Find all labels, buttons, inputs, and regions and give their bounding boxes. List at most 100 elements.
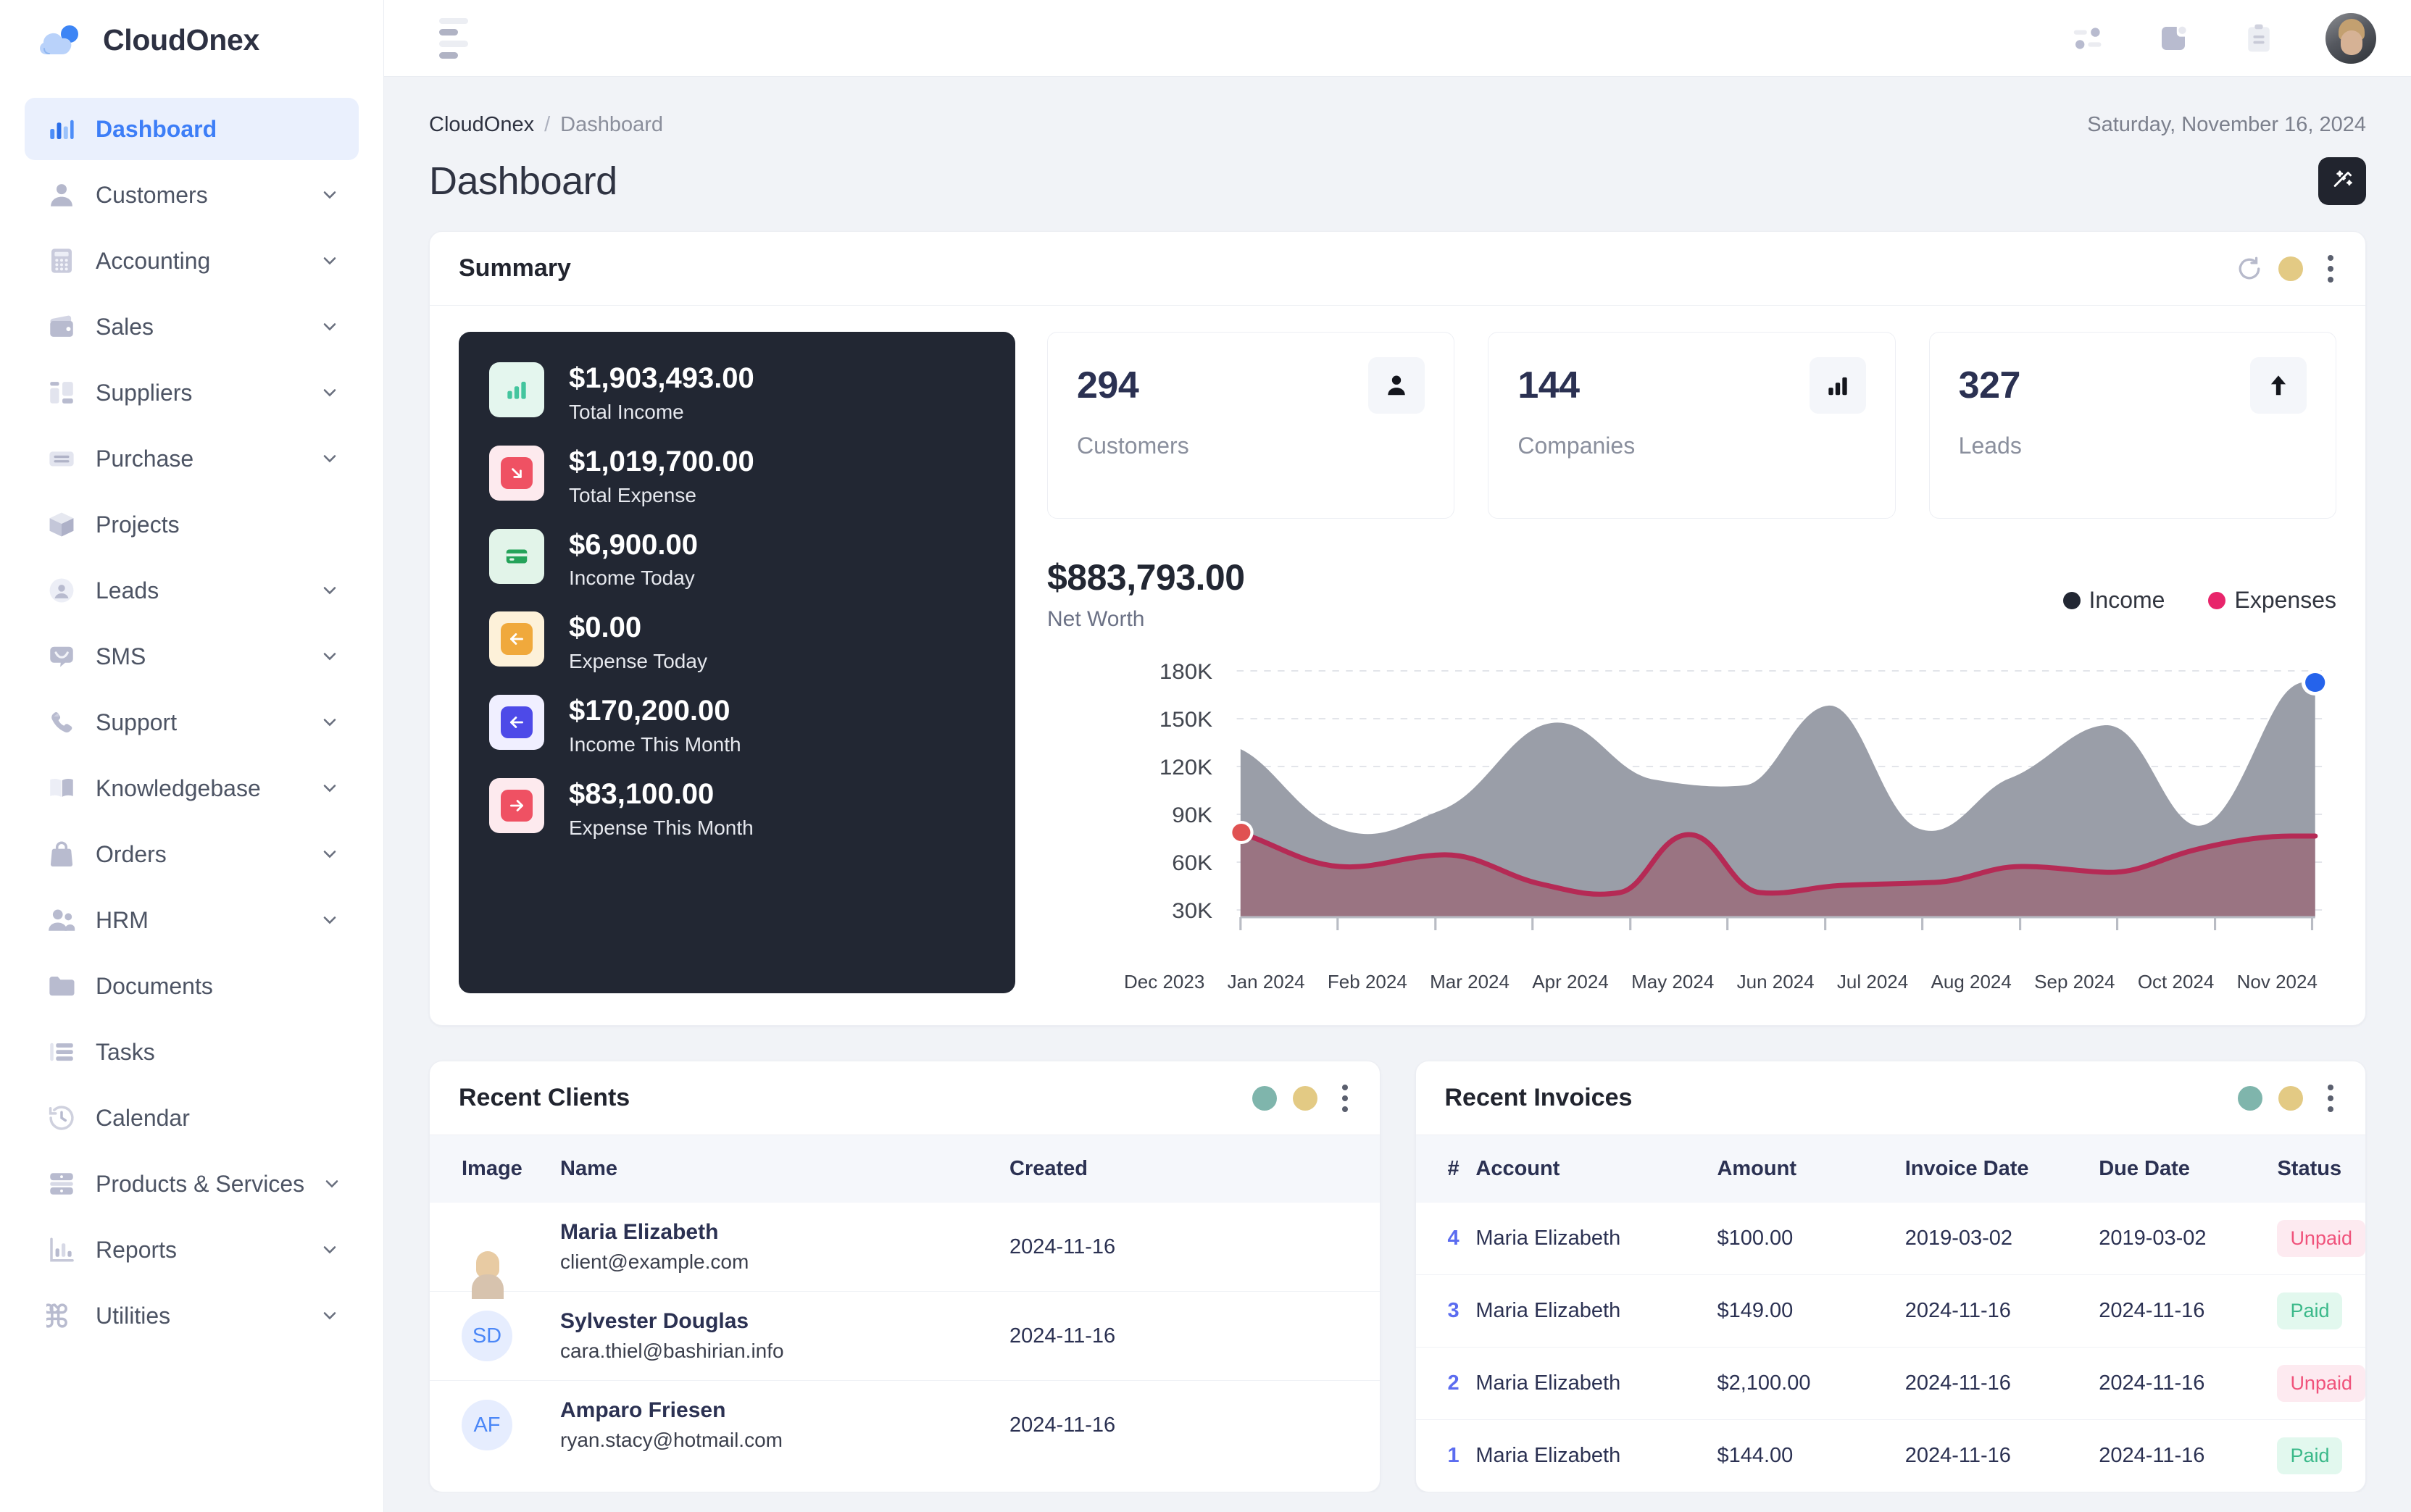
status-dot-yellow[interactable] bbox=[2278, 256, 2303, 281]
sidebar-item-projects[interactable]: Projects bbox=[25, 493, 359, 556]
finance-row: $6,900.00 Income Today bbox=[489, 528, 986, 590]
invoice-due-date: 2024-11-16 bbox=[2099, 1419, 2278, 1492]
sidebar-item-hrm[interactable]: HRM bbox=[25, 889, 359, 951]
legend-item-income[interactable]: Income bbox=[2062, 587, 2165, 614]
client-name[interactable]: Sylvester Douglas bbox=[560, 1309, 1009, 1334]
sidebar-item-documents[interactable]: Documents bbox=[25, 955, 359, 1017]
sidebar-item-label: Purchase bbox=[96, 445, 194, 472]
column-header-account: Account bbox=[1475, 1135, 1717, 1203]
table-row[interactable]: AF Amparo Friesen ryan.stacy@hotmail.com… bbox=[430, 1380, 1380, 1469]
x-tick-label: May 2024 bbox=[1631, 971, 1715, 993]
legend-item-expenses[interactable]: Expenses bbox=[2208, 587, 2336, 614]
invoice-id[interactable]: 3 bbox=[1415, 1274, 1476, 1348]
chevron-down-icon bbox=[320, 778, 340, 798]
app-root: CloudOnex Dashboard Customers Accounting… bbox=[0, 0, 2411, 1512]
invoice-date: 2024-11-16 bbox=[1904, 1419, 2099, 1492]
sidebar-item-products-services[interactable]: Products & Services bbox=[25, 1153, 359, 1215]
recent-clients-title: Recent Clients bbox=[459, 1084, 630, 1111]
sidebar-item-knowledgebase[interactable]: Knowledgebase bbox=[25, 757, 359, 819]
breadcrumb-root[interactable]: CloudOnex bbox=[429, 113, 534, 137]
chevron-down-icon bbox=[320, 1306, 340, 1326]
status-dot-teal[interactable] bbox=[1252, 1085, 1277, 1111]
breadcrumb-separator: / bbox=[544, 113, 551, 136]
stat-label: Companies bbox=[1517, 433, 1636, 459]
legend-label: Income bbox=[2089, 587, 2165, 613]
invoice-id[interactable]: 2 bbox=[1415, 1347, 1476, 1420]
sidebar-item-support[interactable]: Support bbox=[25, 691, 359, 753]
status-dot-teal[interactable] bbox=[2238, 1085, 2262, 1111]
bottom-row: Recent Clients Image Name Created Maria … bbox=[429, 1061, 2366, 1492]
current-date: Saturday, November 16, 2024 bbox=[2087, 113, 2366, 136]
sidebar-item-orders[interactable]: Orders bbox=[25, 823, 359, 885]
x-tick-label: Dec 2023 bbox=[1124, 971, 1205, 993]
stat-card-companies[interactable]: 144 Companies bbox=[1488, 332, 1896, 519]
more-options-icon[interactable] bbox=[2319, 254, 2336, 283]
table-row[interactable]: Maria Elizabeth client@example.com 2024-… bbox=[430, 1203, 1380, 1292]
note-icon[interactable] bbox=[2154, 20, 2192, 57]
chevron-down-icon bbox=[320, 844, 340, 864]
column-header-name: Name bbox=[560, 1135, 1009, 1203]
table-header-row: # Account Amount Invoice Date Due Date S… bbox=[1415, 1135, 2365, 1203]
sidebar-item-utilities[interactable]: Utilities bbox=[25, 1285, 359, 1347]
stat-card-customers[interactable]: 294 Customers bbox=[1047, 332, 1455, 519]
message-icon bbox=[45, 640, 78, 673]
magic-wand-icon[interactable] bbox=[2318, 157, 2366, 205]
more-options-icon[interactable] bbox=[2319, 1084, 2336, 1112]
sidebar-item-dashboard[interactable]: Dashboard bbox=[25, 98, 359, 160]
chevron-down-icon bbox=[320, 646, 340, 667]
clipboard-icon[interactable] bbox=[2240, 20, 2278, 57]
sidebar-item-label: SMS bbox=[96, 643, 146, 669]
topbar bbox=[384, 0, 2411, 77]
status-dot-yellow[interactable] bbox=[1292, 1085, 1317, 1111]
sidebar-item-accounting[interactable]: Accounting bbox=[25, 230, 359, 292]
x-tick-label: Feb 2024 bbox=[1327, 971, 1407, 993]
sidebar-item-calendar[interactable]: Calendar bbox=[25, 1087, 359, 1149]
client-name[interactable]: Maria Elizabeth bbox=[560, 1220, 1009, 1245]
bag-icon bbox=[45, 838, 78, 871]
invoice-date: 2024-11-16 bbox=[1904, 1347, 2099, 1420]
x-tick-label: Apr 2024 bbox=[1532, 971, 1609, 993]
sidebar-item-customers[interactable]: Customers bbox=[25, 164, 359, 226]
table-row[interactable]: 2 Maria Elizabeth $2,100.00 2024-11-16 2… bbox=[1415, 1347, 2365, 1420]
stat-value: 327 bbox=[1958, 364, 2021, 406]
hamburger-icon[interactable] bbox=[439, 17, 480, 59]
status-dot-yellow[interactable] bbox=[2278, 1085, 2303, 1111]
stat-card-leads[interactable]: 327 Leads bbox=[1928, 332, 2336, 519]
stat-label: Customers bbox=[1077, 433, 1189, 459]
invoice-id[interactable]: 1 bbox=[1415, 1419, 1476, 1492]
sidebar-item-tasks[interactable]: Tasks bbox=[25, 1021, 359, 1083]
chevron-down-icon bbox=[320, 251, 340, 271]
sidebar-item-leads[interactable]: Leads bbox=[25, 559, 359, 622]
avatar[interactable] bbox=[2325, 12, 2376, 64]
sidebar-item-purchase[interactable]: Purchase bbox=[25, 427, 359, 490]
brand[interactable]: CloudOnex bbox=[0, 0, 383, 76]
wallet-icon bbox=[45, 310, 78, 343]
invoice-id[interactable]: 4 bbox=[1416, 1203, 1476, 1275]
summary-card: Summary $1,903,493.00 Total Income $1,01… bbox=[429, 231, 2366, 1026]
more-options-icon[interactable] bbox=[1333, 1084, 1351, 1112]
sidebar-item-sms[interactable]: SMS bbox=[25, 625, 359, 688]
sidebar-item-label: Orders bbox=[96, 840, 167, 867]
sidebar-item-label: Knowledgebase bbox=[96, 774, 261, 801]
invoice-amount: $149.00 bbox=[1717, 1274, 1905, 1348]
sidebar-item-suppliers[interactable]: Suppliers bbox=[25, 362, 359, 424]
svg-text:120K: 120K bbox=[1159, 755, 1213, 780]
users-icon bbox=[45, 903, 78, 937]
invoice-amount: $2,100.00 bbox=[1717, 1347, 1905, 1420]
finance-label: Total Expense bbox=[569, 483, 696, 506]
recent-invoices-card: Recent Invoices # Account Amount Invoice… bbox=[1415, 1061, 2366, 1492]
table-row[interactable]: 4 Maria Elizabeth $100.00 2019-03-02 201… bbox=[1416, 1203, 2365, 1275]
finance-value: $1,903,493.00 bbox=[569, 362, 754, 394]
sidebar-item-sales[interactable]: Sales bbox=[25, 296, 359, 358]
summary-body: $1,903,493.00 Total Income $1,019,700.00… bbox=[430, 306, 2365, 1025]
sidebar-item-label: Documents bbox=[96, 972, 213, 999]
summary-title: Summary bbox=[459, 254, 571, 282]
table-row[interactable]: SD Sylvester Douglas cara.thiel@bashiria… bbox=[430, 1291, 1380, 1381]
table-row[interactable]: 3 Maria Elizabeth $149.00 2024-11-16 202… bbox=[1415, 1274, 2365, 1348]
refresh-icon[interactable] bbox=[2236, 256, 2262, 282]
client-name[interactable]: Amparo Friesen bbox=[560, 1398, 1009, 1423]
sidebar-item-reports[interactable]: Reports bbox=[25, 1219, 359, 1281]
invoice-amount: $100.00 bbox=[1717, 1227, 1794, 1250]
table-row[interactable]: 1 Maria Elizabeth $144.00 2024-11-16 202… bbox=[1415, 1419, 2365, 1492]
sliders-icon[interactable] bbox=[2069, 20, 2107, 57]
